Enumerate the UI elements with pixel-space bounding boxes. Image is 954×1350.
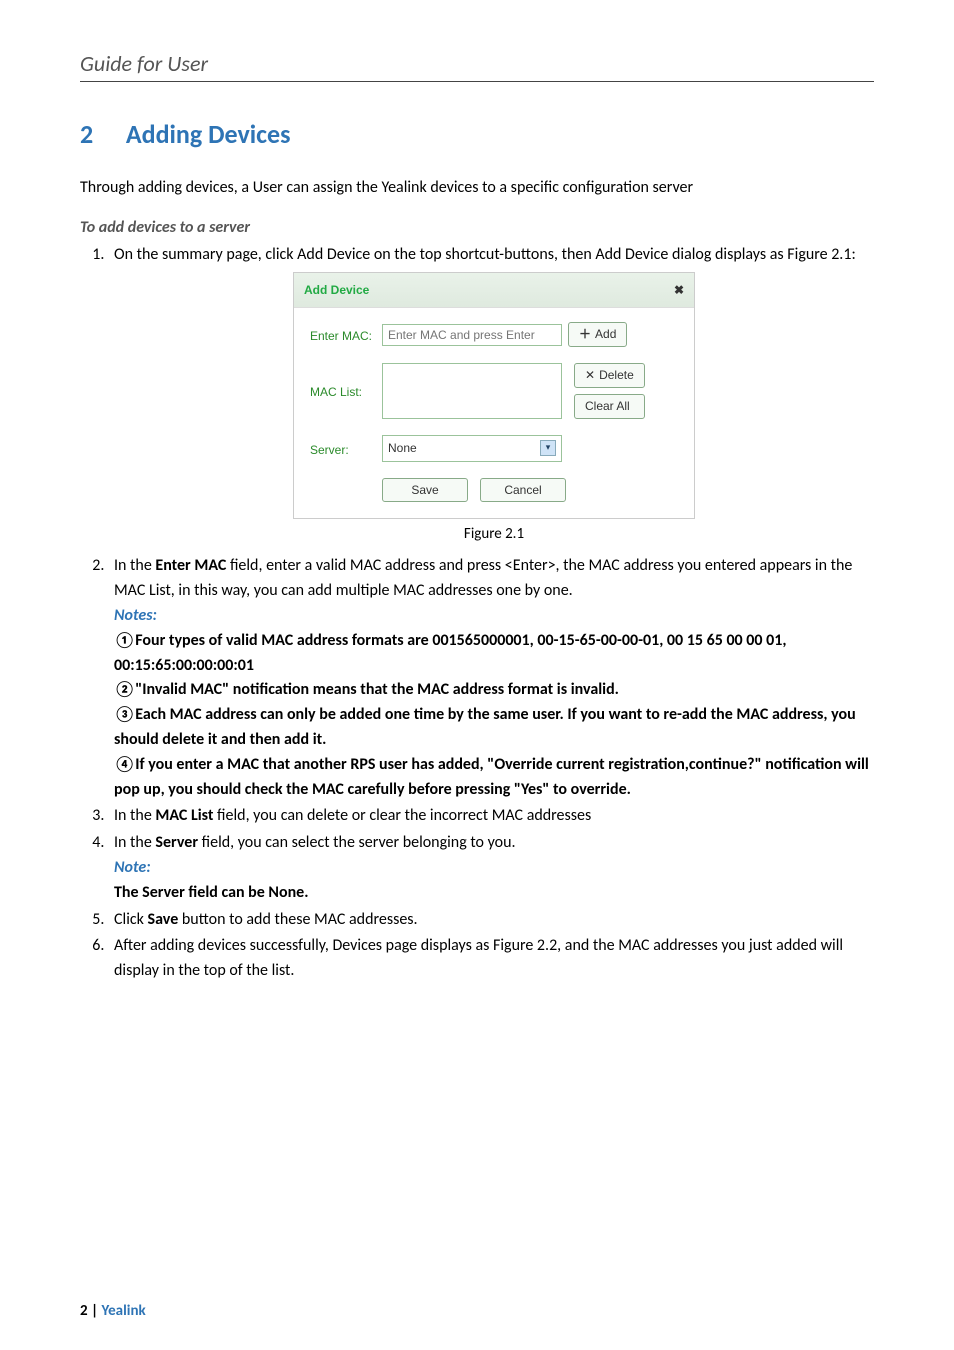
section-title: Adding Devices bbox=[126, 118, 291, 150]
notes-label: Notes: bbox=[114, 604, 874, 629]
note-4: ④If you enter a MAC that another RPS use… bbox=[114, 753, 874, 803]
dialog-header: Add Device ✖ bbox=[294, 273, 694, 309]
delete-button[interactable]: ✕Delete bbox=[574, 363, 645, 388]
step-5-suffix: button to add these MAC addresses. bbox=[178, 910, 417, 929]
add-button[interactable]: ＋Add bbox=[568, 322, 627, 347]
label-enter-mac: Enter MAC: bbox=[310, 323, 382, 346]
plus-icon: ＋ bbox=[579, 325, 591, 344]
add-button-label: Add bbox=[595, 325, 616, 344]
step-4-bold: Server bbox=[155, 833, 198, 852]
steps-list: On the summary page, click Add Device on… bbox=[80, 243, 874, 984]
page-header: Guide for User bbox=[80, 50, 874, 82]
intro-paragraph: Through adding devices, a User can assig… bbox=[80, 176, 874, 200]
step-1: On the summary page, click Add Device on… bbox=[108, 243, 874, 546]
footer-sep: | bbox=[88, 1302, 102, 1320]
step-5-prefix: Click bbox=[114, 910, 148, 929]
save-button[interactable]: Save bbox=[382, 478, 468, 503]
step-4-prefix: In the bbox=[114, 833, 155, 852]
x-icon: ✕ bbox=[585, 366, 595, 385]
chevron-down-icon: ▾ bbox=[540, 440, 556, 456]
dialog-body: Enter MAC: ＋Add MAC List: ✕Delete Cl bbox=[294, 308, 694, 518]
footer-page: 2 bbox=[80, 1302, 88, 1320]
section-number: 2 bbox=[80, 118, 120, 150]
cancel-button[interactable]: Cancel bbox=[480, 478, 566, 503]
clear-all-button[interactable]: Clear All bbox=[574, 394, 645, 419]
server-select[interactable]: None ▾ bbox=[382, 435, 562, 462]
step-2: In the Enter MAC field, enter a valid MA… bbox=[108, 554, 874, 802]
step-2-prefix: In the bbox=[114, 556, 155, 575]
label-server: Server: bbox=[310, 437, 382, 460]
footer-brand: Yealink bbox=[102, 1302, 146, 1320]
dialog-title: Add Device bbox=[304, 281, 369, 300]
row-mac-list: MAC List: ✕Delete Clear All bbox=[310, 363, 678, 419]
note-3: ③Each MAC address can only be added one … bbox=[114, 703, 874, 753]
step-5: Click Save button to add these MAC addre… bbox=[108, 908, 874, 933]
delete-button-label: Delete bbox=[599, 366, 634, 385]
figure-caption: Figure 2.1 bbox=[114, 523, 874, 546]
step-2-bold: Enter MAC bbox=[155, 556, 226, 575]
enter-mac-input[interactable] bbox=[382, 324, 562, 346]
note-1: ①Four types of valid MAC address formats… bbox=[114, 629, 874, 679]
step-4-suffix: field, you can select the server belongi… bbox=[198, 833, 516, 852]
step-1-text: On the summary page, click Add Device on… bbox=[114, 245, 856, 264]
mac-list-box[interactable] bbox=[382, 363, 562, 419]
row-server: Server: None ▾ bbox=[310, 435, 678, 462]
figure-2-1: Add Device ✖ Enter MAC: ＋Add MAC List: bbox=[114, 272, 874, 519]
label-mac-list: MAC List: bbox=[310, 363, 382, 402]
dialog-action-row: Save Cancel bbox=[382, 478, 678, 503]
step-3: In the MAC List field, you can delete or… bbox=[108, 804, 874, 829]
note-label-4: Note: bbox=[114, 856, 874, 881]
step-3-bold: MAC List bbox=[155, 806, 213, 825]
clear-all-button-label: Clear All bbox=[585, 397, 630, 416]
sub-heading: To add devices to a server bbox=[80, 218, 874, 237]
note-body-4: The Server field can be None. bbox=[114, 881, 874, 906]
step-6: After adding devices successfully, Devic… bbox=[108, 934, 874, 984]
close-icon[interactable]: ✖ bbox=[674, 281, 684, 300]
step-4: In the Server field, you can select the … bbox=[108, 831, 874, 905]
section-heading: 2 Adding Devices bbox=[80, 118, 874, 150]
server-select-value: None bbox=[388, 439, 417, 458]
note-2: ②"Invalid MAC" notification means that t… bbox=[114, 678, 874, 703]
add-device-dialog: Add Device ✖ Enter MAC: ＋Add MAC List: bbox=[293, 272, 695, 519]
page-footer: 2 | Yealink bbox=[80, 1302, 146, 1320]
step-3-prefix: In the bbox=[114, 806, 155, 825]
step-5-bold: Save bbox=[148, 910, 179, 929]
step-3-suffix: field, you can delete or clear the incor… bbox=[213, 806, 591, 825]
row-enter-mac: Enter MAC: ＋Add bbox=[310, 322, 678, 347]
